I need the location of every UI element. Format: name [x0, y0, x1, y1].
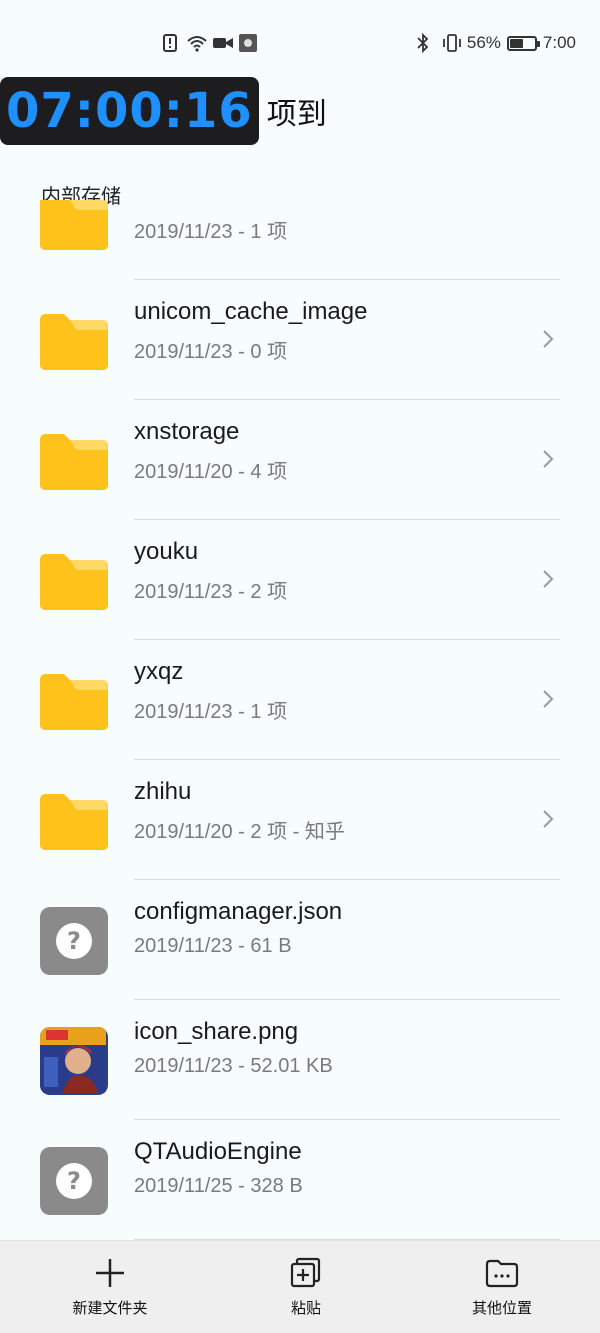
status-right: 56% 7:00	[415, 32, 576, 54]
item-name: icon_share.png	[134, 1018, 299, 1045]
folder-icon	[40, 674, 108, 730]
folder-row[interactable]: zhihu 2019/11/20 - 2 项 - 知乎	[0, 760, 600, 880]
folder-icon	[40, 554, 108, 610]
paste-label: 粘贴	[290, 1300, 321, 1317]
battery-icon	[506, 35, 540, 51]
unknown-file-icon: ?	[40, 907, 108, 975]
folder-row[interactable]: 2019/11/23 - 1 项	[0, 200, 600, 280]
item-meta: 2019/11/23 - 1 项	[134, 701, 288, 723]
alert-icon	[160, 33, 180, 53]
video-camera-icon	[212, 33, 233, 53]
item-meta: 2019/11/23 - 2 项	[134, 581, 288, 603]
timer-overlay: 07:00:16	[0, 77, 259, 145]
folder-more-icon	[485, 1259, 519, 1288]
status-left-icons	[160, 33, 258, 53]
battery-level-fill	[509, 38, 524, 48]
header: 07:00:16 项到	[0, 76, 327, 146]
file-row[interactable]: icon_share.png 2019/11/23 - 52.01 KB	[0, 1000, 600, 1120]
unknown-file-icon: ?	[40, 1147, 108, 1215]
new-folder-label: 新建文件夹	[72, 1300, 148, 1317]
folder-icon	[40, 434, 108, 490]
item-name: yxqz	[134, 658, 184, 685]
folder-row[interactable]: unicom_cache_image 2019/11/23 - 0 项	[0, 280, 600, 400]
bottom-toolbar: 新建文件夹 粘贴 其他位置	[0, 1240, 600, 1333]
status-time: 7:00	[542, 33, 576, 52]
page-title: 项到	[266, 98, 327, 131]
file-row[interactable]: ? configmanager.json 2019/11/23 - 61 B	[0, 880, 600, 1000]
plus-icon	[96, 1259, 124, 1287]
chevron-right-icon	[543, 570, 554, 588]
paste-icon	[290, 1257, 321, 1288]
file-list[interactable]: 2019/11/23 - 1 项 unicom_cache_image 2019/1…	[0, 200, 600, 1240]
vibrate-icon	[441, 33, 461, 53]
other-locations-label: 其他位置	[471, 1300, 532, 1317]
other-locations-button[interactable]: 其他位置	[404, 1241, 600, 1333]
item-meta: 2019/11/23 - 52.01 KB	[134, 1055, 333, 1077]
item-meta: 2019/11/23 - 0 项	[134, 341, 288, 363]
paste-button[interactable]: 粘贴	[208, 1241, 404, 1333]
wifi-icon	[186, 33, 207, 53]
item-name: zhihu	[134, 778, 192, 805]
folder-icon	[40, 200, 108, 250]
screen-record-icon	[238, 33, 258, 53]
folder-row[interactable]: yxqz 2019/11/23 - 1 项	[0, 640, 600, 760]
folder-row[interactable]: xnstorage 2019/11/20 - 4 项	[0, 400, 600, 520]
bluetooth-icon	[415, 32, 435, 54]
item-meta: 2019/11/23 - 61 B	[134, 935, 292, 957]
item-name: unicom_cache_image	[134, 298, 368, 325]
item-meta: 2019/11/23 - 1 项	[134, 221, 288, 243]
item-name: configmanager.json	[134, 898, 343, 925]
file-row[interactable]: ? QTAudioEngine 2019/11/25 - 328 B	[0, 1120, 600, 1240]
battery-percent: 56%	[466, 33, 501, 52]
chevron-right-icon	[543, 690, 554, 708]
item-meta: 2019/11/25 - 328 B	[134, 1175, 303, 1197]
item-name: youku	[134, 538, 199, 565]
chevron-right-icon	[543, 810, 554, 828]
chevron-right-icon	[543, 450, 554, 468]
new-folder-button[interactable]: 新建文件夹	[0, 1241, 208, 1333]
item-meta: 2019/11/20 - 4 项	[134, 461, 288, 483]
chevron-right-icon	[543, 330, 554, 348]
folder-icon	[40, 314, 108, 370]
item-name: QTAudioEngine	[134, 1138, 302, 1165]
image-thumbnail	[40, 1027, 108, 1095]
folder-row[interactable]: youku 2019/11/23 - 2 项	[0, 520, 600, 640]
item-name: xnstorage	[134, 418, 240, 445]
folder-icon	[40, 794, 108, 850]
item-meta: 2019/11/20 - 2 项 - 知乎	[134, 821, 345, 843]
